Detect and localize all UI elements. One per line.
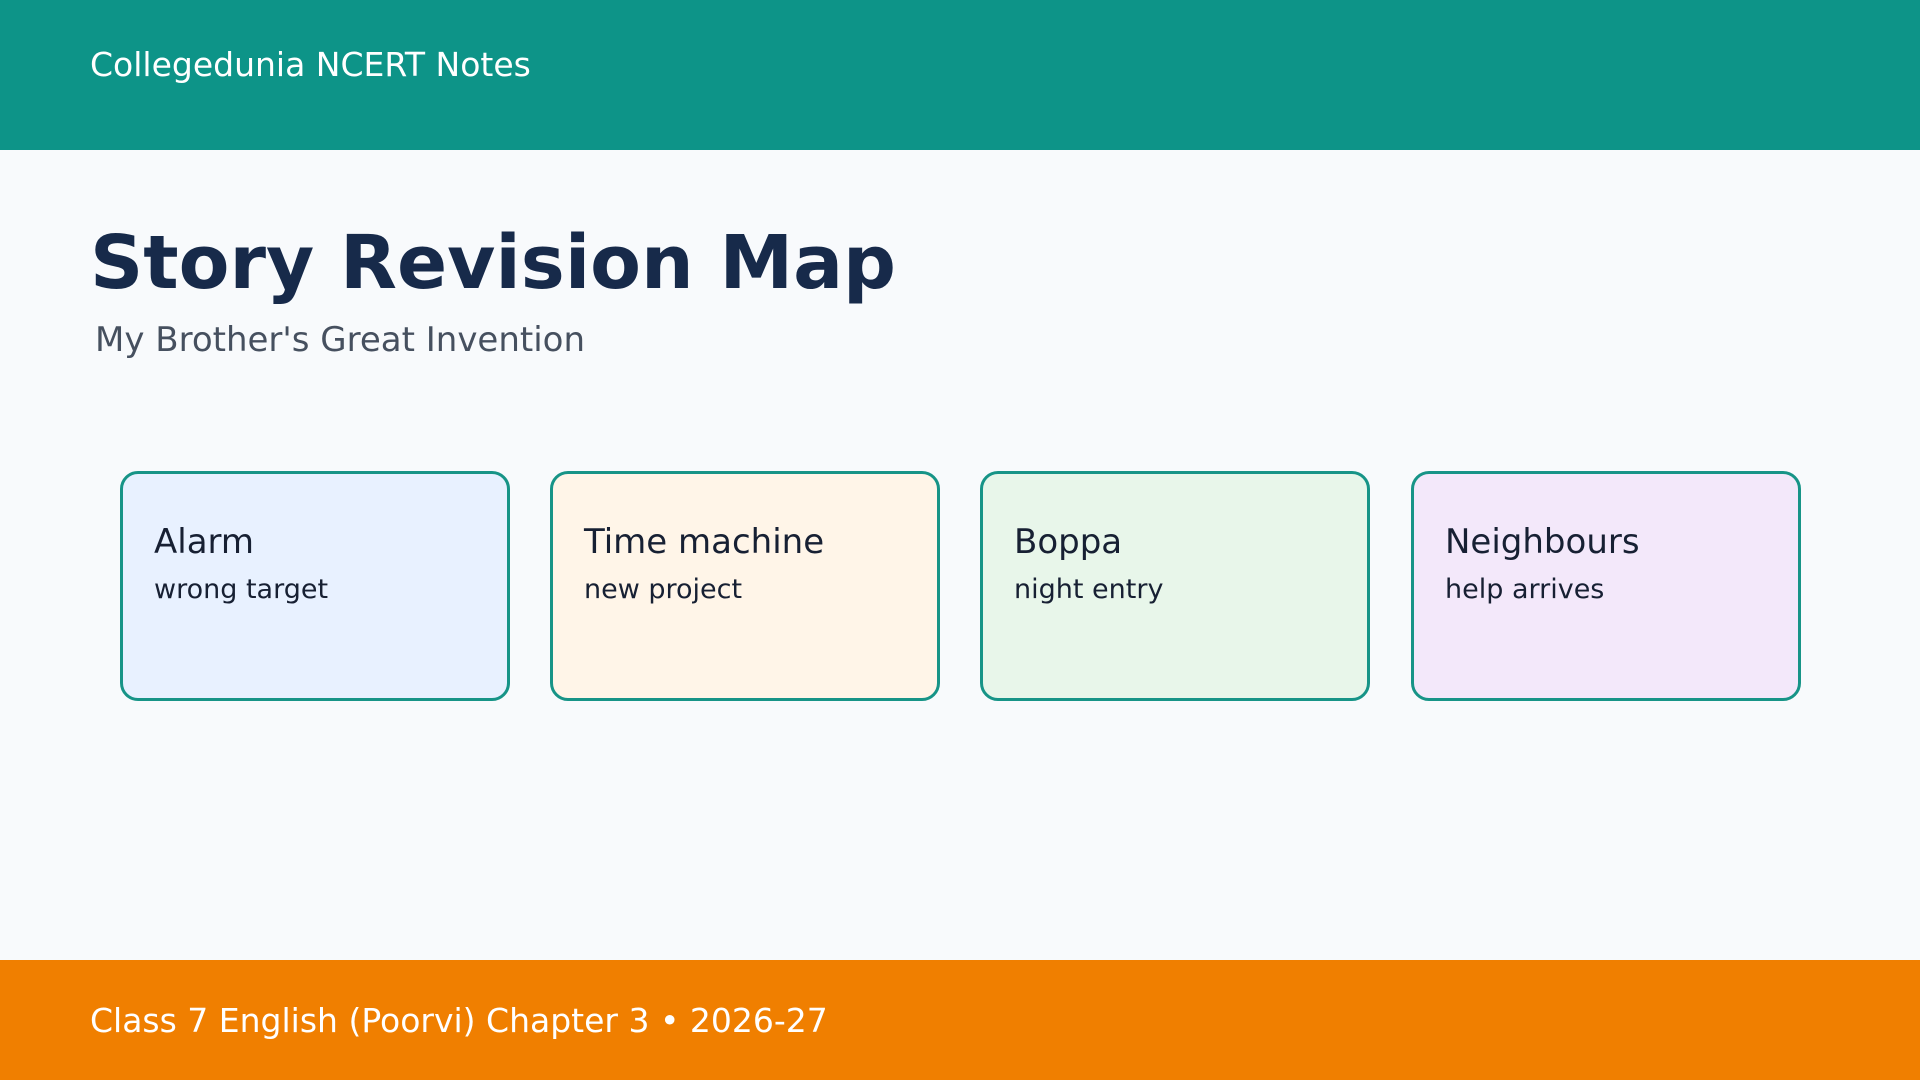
card-alarm: Alarm wrong target [120,471,510,701]
card-title: Alarm [154,522,255,562]
page-subtitle: My Brother's Great Invention [95,320,586,360]
card-subtitle: new project [584,574,743,605]
card-subtitle: wrong target [154,574,329,605]
footer-text: Class 7 English (Poorvi) Chapter 3 • 202… [90,1001,828,1040]
card-title: Boppa [1014,522,1123,562]
card-title: Time machine [584,522,825,562]
card-title: Neighbours [1445,522,1640,562]
page-title: Story Revision Map [90,220,897,306]
header-title: Collegedunia NCERT Notes [90,45,531,84]
card-subtitle: night entry [1014,574,1164,605]
card-subtitle: help arrives [1445,574,1605,605]
card-boppa: Boppa night entry [980,471,1370,701]
card-time-machine: Time machine new project [550,471,940,701]
header-bar: Collegedunia NCERT Notes [0,0,1920,150]
card-neighbours: Neighbours help arrives [1411,471,1801,701]
footer-bar: Class 7 English (Poorvi) Chapter 3 • 202… [0,960,1920,1080]
